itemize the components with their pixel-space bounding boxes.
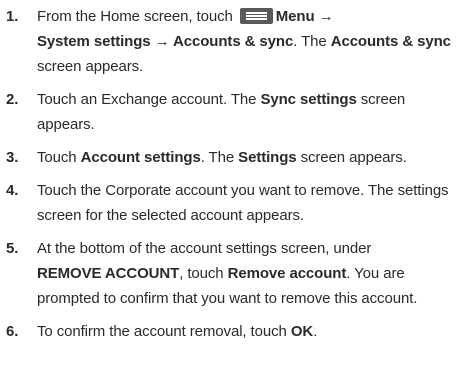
instruction-list: 1. From the Home screen, touch Menu → Syst… xyxy=(0,0,472,344)
menu-icon xyxy=(239,8,273,24)
step-text: screen appears. xyxy=(37,58,144,75)
step-text: screen appears. xyxy=(296,149,407,166)
step-text: . The xyxy=(200,149,239,166)
step-number: 2. xyxy=(6,91,19,108)
step-text: , touch xyxy=(179,265,228,282)
account-settings-label: Account settings xyxy=(80,149,201,166)
step-number: 1. xyxy=(6,8,19,25)
step-number: 3. xyxy=(6,149,19,166)
ok-label: OK xyxy=(290,323,314,340)
menu-label: Menu → xyxy=(275,8,334,25)
step-4: 4. Touch the Corporate account you want t… xyxy=(6,178,464,228)
step-text: . xyxy=(313,323,318,340)
sync-settings-label: Sync settings xyxy=(260,91,357,108)
step-1: 1. From the Home screen, touch Menu → Syst… xyxy=(6,4,464,79)
step-text: Touch xyxy=(37,149,81,166)
step-text: Touch the Corporate account you want to … xyxy=(37,182,449,224)
step-number: 5. xyxy=(6,240,19,257)
accounts-sync-label: Accounts & sync xyxy=(330,33,451,50)
settings-path: System settings → Accounts & sync xyxy=(37,33,294,50)
step-number: 4. xyxy=(6,182,19,199)
step-number: 6. xyxy=(6,323,19,340)
settings-label: Settings xyxy=(238,149,297,166)
step-text: To confirm the account removal, touch xyxy=(37,323,291,340)
step-2: 2. Touch an Exchange account. The Sync se… xyxy=(6,87,464,137)
step-text: From the Home screen, touch xyxy=(37,8,237,25)
step-3: 3. Touch Account settings. The Settings s… xyxy=(6,145,464,170)
step-text: At the bottom of the account settings sc… xyxy=(37,240,372,257)
step-text: Touch an Exchange account. The xyxy=(37,91,261,108)
remove-account-label: Remove account xyxy=(227,265,347,282)
remove-account-heading: REMOVE ACCOUNT xyxy=(37,265,180,282)
step-6: 6. To confirm the account removal, touch … xyxy=(6,319,464,344)
step-5: 5. At the bottom of the account settings … xyxy=(6,236,464,311)
step-text: . The xyxy=(293,33,331,50)
